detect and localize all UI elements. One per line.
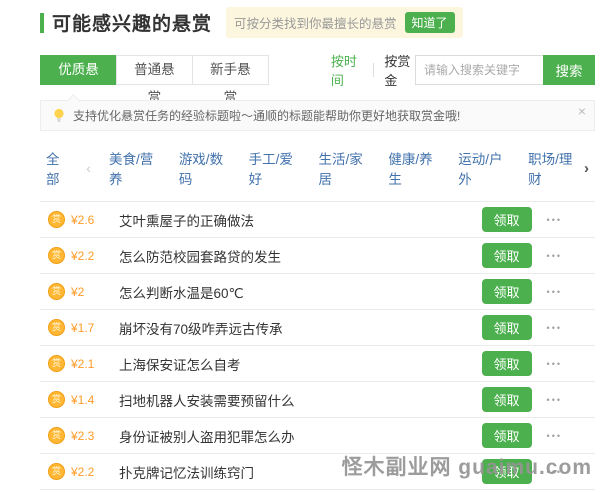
more-options-icon[interactable]: ••• (547, 359, 562, 369)
task-row: 赏 ¥2.3 身份证被别人盗用犯罪怎么办 领取 ••• (40, 418, 595, 454)
page-header: 可能感兴趣的悬赏 可按分类找到你最擅长的悬赏 知道了 (40, 7, 595, 38)
task-title[interactable]: 身份证被别人盗用犯罪怎么办 (119, 426, 295, 446)
toolbar: 优质悬赏 普通悬赏 新手悬赏 按时间 按赏金 搜索 (40, 51, 595, 89)
page-title: 可能感兴趣的悬赏 (52, 9, 212, 36)
category-link[interactable]: 游戏/数码 (179, 148, 235, 188)
category-all[interactable]: 全部 (46, 148, 72, 188)
coin-icon: 赏 (48, 427, 65, 444)
notice-banner: 支持优化悬赏任务的经验标题啦～通顺的标题能帮助你更好地获取赏金哦! × (40, 100, 595, 131)
task-row: 赏 ¥1.7 崩坏没有70级咋弄远古传承 领取 ••• (40, 310, 595, 346)
title-accent-bar (40, 13, 44, 33)
got-it-button[interactable]: 知道了 (405, 12, 455, 33)
more-options-icon[interactable]: ••• (547, 251, 562, 261)
claim-button[interactable]: 领取 (482, 315, 532, 340)
more-options-icon[interactable]: ••• (547, 323, 562, 333)
coin-icon: 赏 (48, 391, 65, 408)
chevron-right-icon[interactable]: › (584, 160, 589, 177)
search-button[interactable]: 搜索 (543, 55, 595, 85)
claim-button[interactable]: 领取 (482, 351, 532, 376)
sort-controls: 按时间 按赏金 (331, 51, 415, 89)
bounty-page: 可能感兴趣的悬赏 可按分类找到你最擅长的悬赏 知道了 优质悬赏 普通悬赏 新手悬… (0, 7, 600, 492)
coin-icon: 赏 (48, 319, 65, 336)
coin-icon: 赏 (48, 463, 65, 480)
category-link[interactable]: 手工/爱好 (249, 148, 305, 188)
task-price: ¥2.3 (71, 429, 105, 443)
lightbulb-icon (53, 108, 65, 123)
claim-button[interactable]: 领取 (482, 243, 532, 268)
more-options-icon[interactable]: ••• (547, 287, 562, 297)
task-title[interactable]: 怎么判断水温是60℃ (119, 282, 244, 302)
task-price: ¥2.2 (71, 465, 105, 479)
more-options-icon[interactable]: ••• (547, 431, 562, 441)
task-price: ¥1.7 (71, 321, 105, 335)
task-row: 赏 ¥2.2 怎么防范校园套路贷的发生 领取 ••• (40, 238, 595, 274)
chevron-left-icon[interactable]: ‹ (86, 160, 91, 176)
task-row: 赏 ¥2.1 上海保安证怎么自考 领取 ••• (40, 346, 595, 382)
tab-newbie-bounty[interactable]: 新手悬赏 (192, 55, 269, 85)
category-link[interactable]: 运动/户外 (458, 148, 514, 188)
search-bar: 搜索 (415, 55, 595, 85)
sort-divider (373, 63, 374, 77)
task-price: ¥2.6 (71, 213, 105, 227)
coin-icon: 赏 (48, 355, 65, 372)
task-title[interactable]: 崩坏没有70级咋弄远古传承 (119, 318, 283, 338)
notice-text: 支持优化悬赏任务的经验标题啦～通顺的标题能帮助你更好地获取赏金哦! (73, 107, 460, 124)
category-link[interactable]: 健康/养生 (388, 148, 444, 188)
more-options-icon[interactable]: ••• (547, 215, 562, 225)
task-row: 赏 ¥2.6 艾叶熏屋子的正确做法 领取 ••• (40, 202, 595, 238)
more-options-icon[interactable]: ••• (547, 395, 562, 405)
close-icon[interactable]: × (578, 104, 586, 118)
header-tip: 可按分类找到你最擅长的悬赏 知道了 (226, 7, 463, 38)
task-title[interactable]: 上海保安证怎么自考 (119, 354, 241, 374)
task-title[interactable]: 怎么防范校园套路贷的发生 (119, 246, 281, 266)
task-row: 赏 ¥2 怎么判断水温是60℃ 领取 ••• (40, 274, 595, 310)
claim-button[interactable]: 领取 (482, 387, 532, 412)
sort-by-time[interactable]: 按时间 (331, 51, 362, 89)
sort-by-reward[interactable]: 按赏金 (384, 51, 415, 89)
task-price: ¥2.1 (71, 357, 105, 371)
tab-quality-bounty[interactable]: 优质悬赏 (40, 55, 117, 85)
coin-icon: 赏 (48, 247, 65, 264)
task-price: ¥2.2 (71, 249, 105, 263)
category-nav: 全部 ‹ 美食/营养 游戏/数码 手工/爱好 生活/家居 健康/养生 运动/户外… (40, 148, 595, 188)
search-input[interactable] (415, 55, 543, 85)
category-links: 美食/营养 游戏/数码 手工/爱好 生活/家居 健康/养生 运动/户外 职场/理… (95, 148, 584, 188)
task-price: ¥1.4 (71, 393, 105, 407)
claim-button[interactable]: 领取 (482, 423, 532, 448)
task-row: 赏 ¥1.4 扫地机器人安装需要预留什么 领取 ••• (40, 382, 595, 418)
watermark: 怪木副业网 guaimu.com (341, 451, 592, 481)
claim-button[interactable]: 领取 (482, 279, 532, 304)
task-list: 赏 ¥2.6 艾叶熏屋子的正确做法 领取 ••• 赏 ¥2.2 怎么防范校园套路… (40, 201, 595, 492)
category-link[interactable]: 职场/理财 (528, 148, 584, 188)
task-price: ¥2 (71, 285, 105, 299)
task-title[interactable]: 扑克牌记忆法训练窍门 (119, 462, 254, 482)
task-title[interactable]: 扫地机器人安装需要预留什么 (119, 390, 295, 410)
category-link[interactable]: 美食/营养 (109, 148, 165, 188)
coin-icon: 赏 (48, 283, 65, 300)
coin-icon: 赏 (48, 211, 65, 228)
tab-normal-bounty[interactable]: 普通悬赏 (116, 55, 193, 85)
category-link[interactable]: 生活/家居 (319, 148, 375, 188)
header-tip-text: 可按分类找到你最擅长的悬赏 (234, 13, 397, 32)
task-title[interactable]: 艾叶熏屋子的正确做法 (119, 210, 254, 230)
claim-button[interactable]: 领取 (482, 207, 532, 232)
